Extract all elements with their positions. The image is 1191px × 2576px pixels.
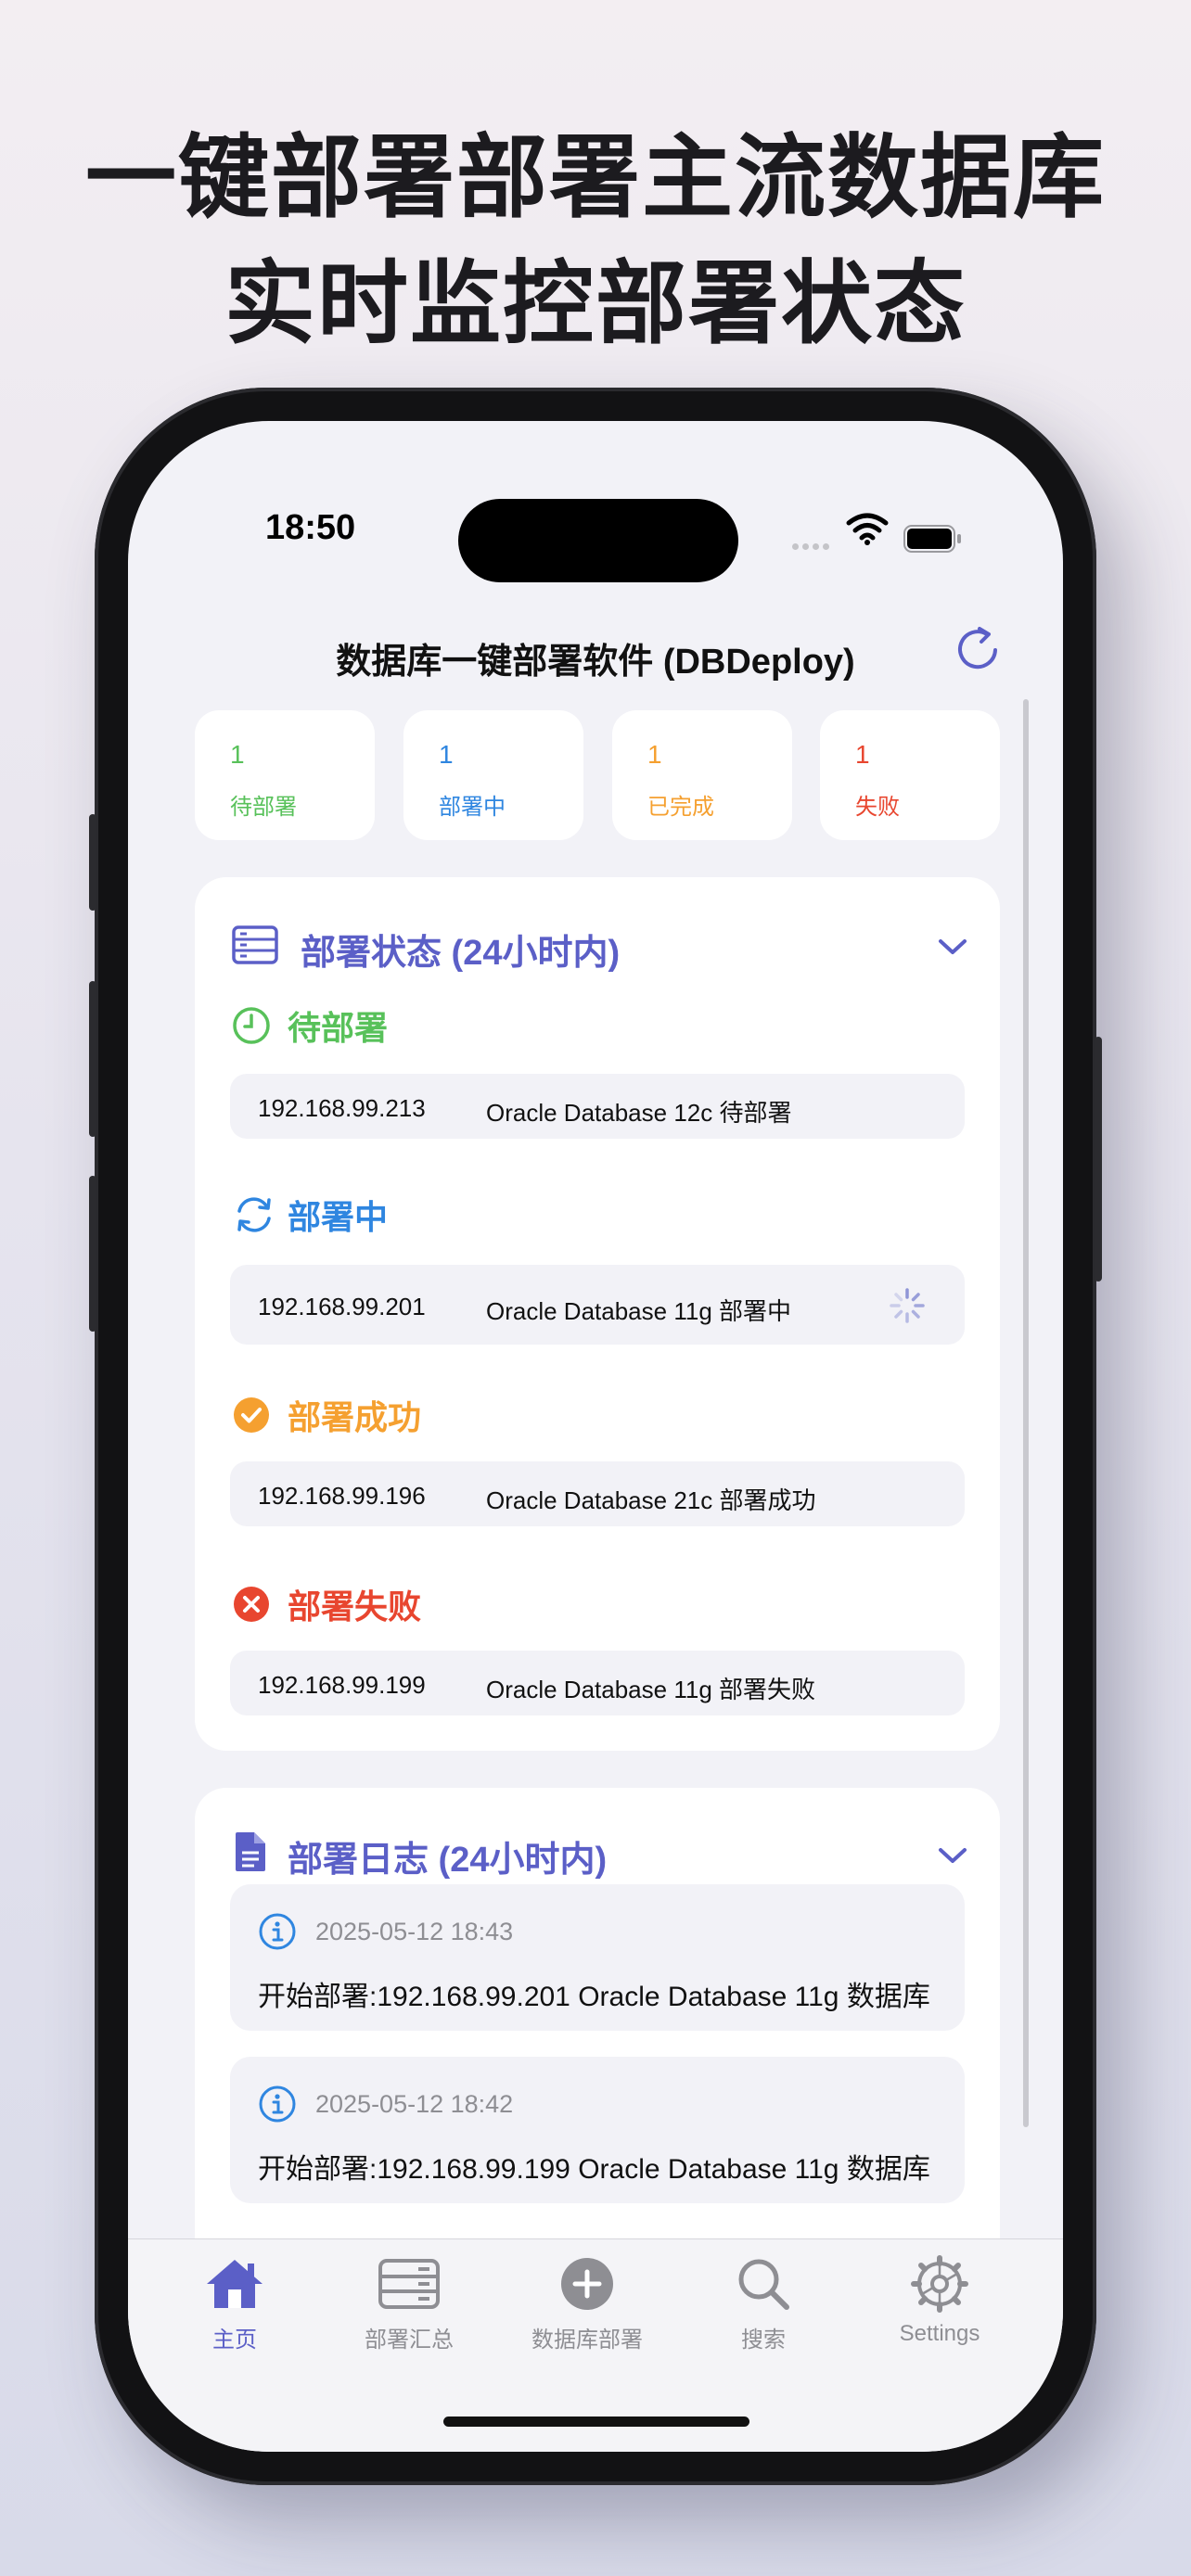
- stat-count: 1: [647, 740, 662, 769]
- log-entry[interactable]: 2025-05-12 18:42 开始部署:192.168.99.199 Ora…: [230, 2057, 965, 2203]
- server-icon: [378, 2259, 440, 2309]
- stat-label: 已完成: [647, 795, 714, 820]
- power-button: [1095, 1037, 1102, 1282]
- document-icon: [236, 1832, 265, 1871]
- status-row[interactable]: 192.168.99.199 Oracle Database 11g 部署失败: [230, 1651, 965, 1715]
- status-row[interactable]: 192.168.99.196 Oracle Database 21c 部署成功: [230, 1461, 965, 1526]
- section-label: 部署成功: [288, 1398, 422, 1436]
- phone-frame: 18:50 数据库一键部署软件 (DBDeploy) 1 待部署 1 部署中 1…: [89, 388, 1102, 2485]
- scrollbar[interactable]: [1023, 699, 1029, 2127]
- chevron-down-icon[interactable]: [937, 937, 968, 957]
- status-row[interactable]: 192.168.99.201 Oracle Database 11g 部署中: [230, 1265, 965, 1345]
- section-success: 部署成功: [232, 1391, 421, 1439]
- log-timestamp: 2025-05-12 18:43: [315, 1918, 514, 1945]
- log-message: 开始部署:192.168.99.201 Oracle Database 11g …: [258, 1982, 930, 2012]
- volume-down-button: [89, 1176, 96, 1332]
- info-icon: [259, 2085, 296, 2123]
- tab-label: Settings: [899, 2321, 980, 2346]
- status-time: 18:50: [265, 508, 356, 547]
- battery-icon: [903, 525, 961, 553]
- tab-home[interactable]: 主页: [147, 2249, 323, 2353]
- row-ip: 192.168.99.199: [258, 1671, 426, 1699]
- tab-db-deploy[interactable]: 数据库部署: [499, 2249, 675, 2353]
- clock-icon: [233, 1007, 270, 1044]
- tab-label: 数据库部署: [531, 2327, 643, 2353]
- row-text: Oracle Database 11g 部署中: [486, 1297, 791, 1325]
- tab-deploy-summary[interactable]: 部署汇总: [321, 2249, 497, 2353]
- stat-label: 部署中: [439, 795, 506, 820]
- house-icon: [207, 2260, 263, 2308]
- log-message: 开始部署:192.168.99.199 Oracle Database 11g …: [258, 2154, 930, 2185]
- stat-label: 失败: [855, 795, 900, 820]
- checkmark-circle-icon: [234, 1397, 269, 1433]
- headline-line-1: 一键部署部署主流数据库: [84, 125, 1106, 231]
- row-text: Oracle Database 11g 部署失败: [486, 1676, 815, 1703]
- log-timestamp: 2025-05-12 18:42: [315, 2090, 514, 2118]
- row-text: Oracle Database 21c 部署成功: [486, 1486, 816, 1514]
- section-deploying: 部署中: [232, 1191, 388, 1239]
- row-ip: 192.168.99.196: [258, 1482, 426, 1510]
- info-icon: [259, 1913, 296, 1950]
- x-circle-icon: [234, 1587, 269, 1622]
- mute-switch: [89, 814, 96, 911]
- tab-label: 搜索: [741, 2327, 786, 2353]
- row-text: Oracle Database 12c 待部署: [486, 1099, 792, 1127]
- search-icon: [738, 2259, 789, 2310]
- deploy-status-title: 部署状态 (24小时内): [301, 934, 621, 973]
- stat-count: 1: [855, 740, 870, 769]
- home-indicator: [443, 2417, 749, 2427]
- section-label: 部署失败: [288, 1588, 422, 1626]
- row-ip: 192.168.99.213: [258, 1094, 426, 1122]
- volume-up-button: [89, 981, 96, 1137]
- sync-icon: [237, 1197, 271, 1232]
- stat-count: 1: [439, 740, 454, 769]
- refresh-icon[interactable]: [950, 621, 1007, 679]
- stat-card-completed[interactable]: 1 已完成: [612, 710, 792, 840]
- wifi-icon: [846, 513, 889, 545]
- stat-count: 1: [230, 740, 245, 769]
- cellular-signal-icon: [792, 538, 833, 555]
- status-bar: 18:50: [128, 421, 1063, 582]
- headline-line-2: 实时监控部署状态: [224, 251, 967, 357]
- loading-spinner-icon: [890, 1288, 925, 1323]
- section-failed: 部署失败: [232, 1580, 421, 1628]
- section-label: 部署中: [288, 1198, 389, 1236]
- tab-settings[interactable]: Settings: [852, 2249, 1028, 2347]
- deploy-log-title: 部署日志 (24小时内): [288, 1841, 608, 1880]
- tab-search[interactable]: 搜索: [675, 2249, 852, 2353]
- deploy-status-card: 部署状态 (24小时内) 待部署 192.168.99.213 Oracle D…: [195, 877, 1000, 1751]
- chevron-down-icon[interactable]: [937, 1845, 968, 1866]
- stat-card-failed[interactable]: 1 失败: [820, 710, 1000, 840]
- gear-icon: [911, 2255, 968, 2313]
- stat-card-pending[interactable]: 1 待部署: [195, 710, 375, 840]
- row-ip: 192.168.99.201: [258, 1293, 426, 1320]
- tab-label: 主页: [212, 2327, 257, 2353]
- nav-title: 数据库一键部署软件 (DBDeploy): [336, 643, 855, 682]
- deploy-log-card: 部署日志 (24小时内) 2025-05-12 18:43 开始部署:192.1…: [195, 1788, 1000, 2307]
- section-pending: 待部署: [232, 1001, 388, 1050]
- server-icon: [232, 925, 278, 964]
- app-screen: 18:50 数据库一键部署软件 (DBDeploy) 1 待部署 1 部署中 1…: [128, 421, 1063, 2452]
- status-row[interactable]: 192.168.99.213 Oracle Database 12c 待部署: [230, 1074, 965, 1139]
- log-entry[interactable]: 2025-05-12 18:43 开始部署:192.168.99.201 Ora…: [230, 1884, 965, 2031]
- tab-label: 部署汇总: [365, 2327, 454, 2353]
- stat-card-deploying[interactable]: 1 部署中: [403, 710, 583, 840]
- plus-circle-icon: [561, 2258, 613, 2310]
- stat-label: 待部署: [230, 795, 297, 820]
- dynamic-island: [458, 499, 738, 582]
- section-label: 待部署: [288, 1009, 389, 1047]
